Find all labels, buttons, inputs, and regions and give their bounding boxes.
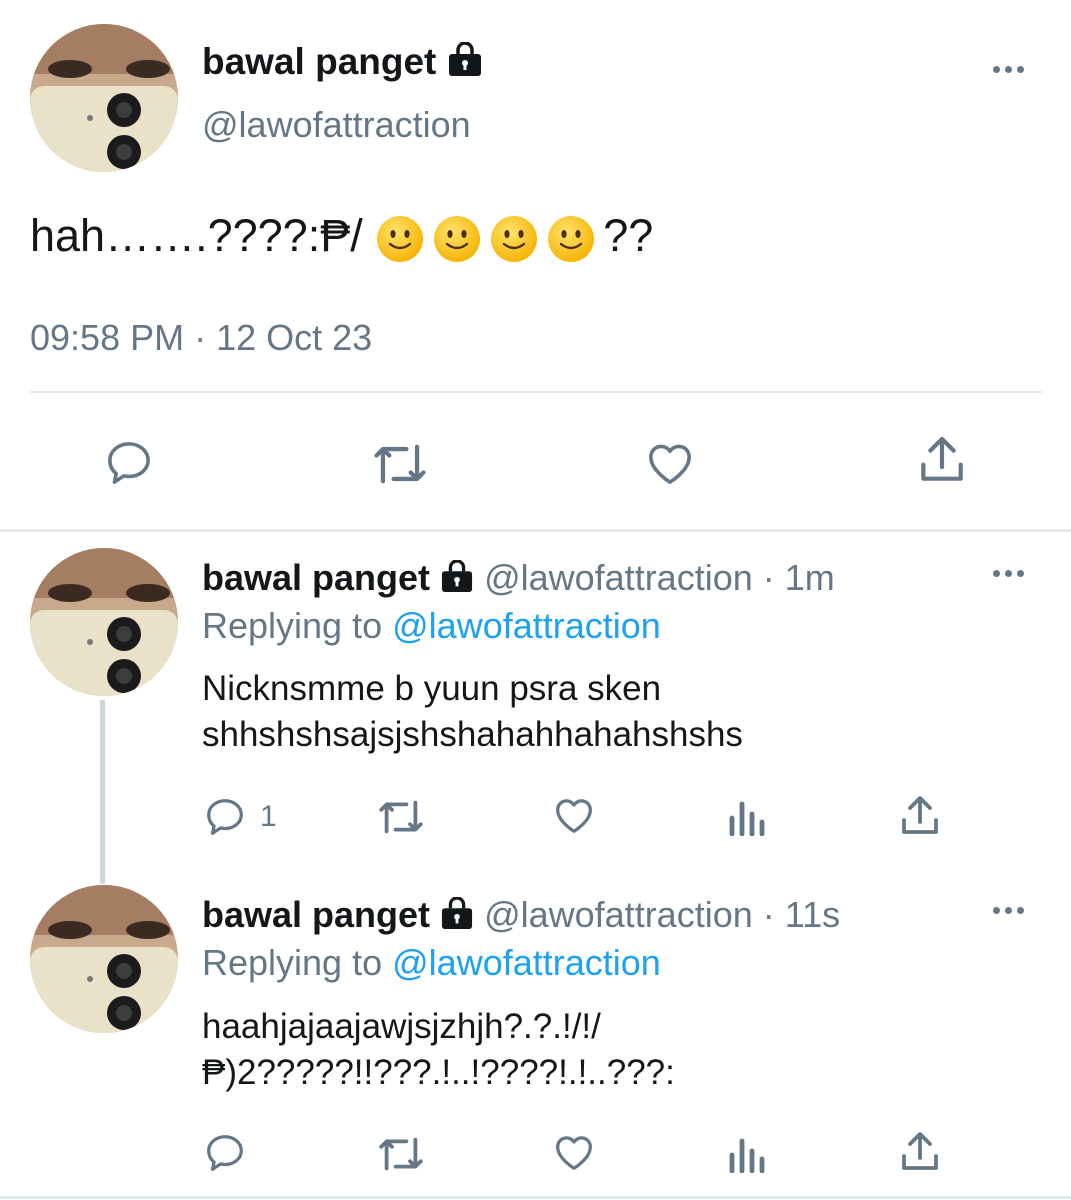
like-icon[interactable] [550,1129,598,1175]
lock-icon [440,560,474,592]
display-name[interactable]: bawal panget [202,894,430,935]
retweet-icon[interactable] [374,1132,428,1176]
smiley-icon [375,210,603,263]
share-icon[interactable] [896,792,944,840]
avatar[interactable] [30,885,178,1033]
replying-handle-link[interactable]: @lawofattraction [392,942,661,983]
share-icon[interactable] [914,432,970,488]
section-divider [0,529,1071,532]
analytics-icon[interactable] [726,1133,770,1173]
reply-text: Nicknsmme b yuun psra sken shhshshsajsjs… [202,669,743,754]
reply-header: bawal panget @lawofattraction · 1m [202,556,835,600]
display-name[interactable]: bawal panget [202,557,430,598]
share-icon[interactable] [896,1128,944,1176]
smiley-icon [491,216,538,263]
like-icon[interactable] [642,436,698,490]
tweet-text: hah…….????:₱/ ?? [30,208,653,264]
lock-icon [440,897,474,929]
reply-count: 1 [260,800,277,833]
more-options-icon[interactable] [993,570,1024,577]
display-name[interactable]: bawal panget [202,40,483,84]
handle[interactable]: @lawofattraction [202,103,471,147]
replying-to: Replying to @lawofattraction [202,605,661,646]
retweet-icon[interactable] [368,438,432,490]
smiley-icon [434,216,481,263]
reply-header: bawal panget @lawofattraction · 11s [202,893,840,937]
smiley-icon [548,216,595,263]
lock-icon [447,42,483,76]
avatar[interactable] [30,24,178,172]
smiley-icon [377,216,424,263]
like-icon[interactable] [550,792,598,838]
reply-icon[interactable]: 1 [202,794,277,840]
reply-text: haahjajaajawjsjzhjh?.?.!/!/ ₱)2?????!!??… [202,1007,675,1092]
avatar[interactable] [30,548,178,696]
handle-time[interactable]: @lawofattraction · 1m [484,557,835,598]
more-options-icon[interactable] [993,907,1024,914]
handle-time[interactable]: @lawofattraction · 11s [484,894,840,935]
divider [30,391,1042,393]
more-options-icon[interactable] [993,66,1024,73]
retweet-icon[interactable] [374,795,428,839]
replying-to: Replying to @lawofattraction [202,942,661,983]
analytics-icon[interactable] [726,796,770,836]
replying-handle-link[interactable]: @lawofattraction [392,605,661,646]
thread-line [100,700,105,884]
reply-icon[interactable] [102,436,156,490]
bottom-divider [0,1196,1071,1199]
reply-icon[interactable] [202,1130,248,1176]
timestamp[interactable]: 09:58 PM · 12 Oct 23 [30,316,372,360]
